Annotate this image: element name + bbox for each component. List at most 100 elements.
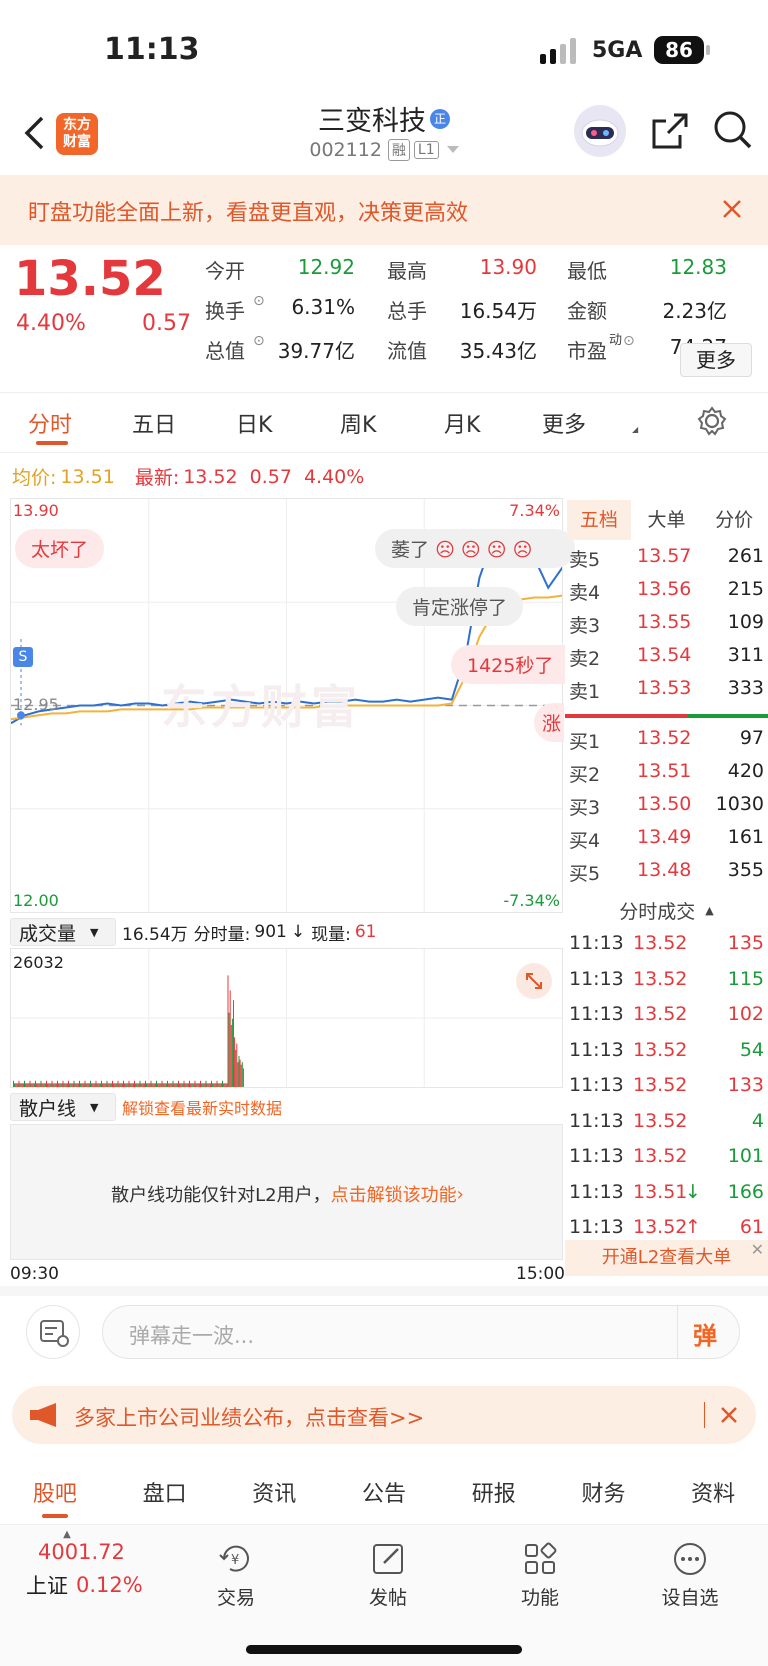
section-tab-0[interactable]: 股吧 (0, 1462, 110, 1524)
retail-unlock-link[interactable]: 点击解锁该功能 (331, 1181, 457, 1207)
share-icon[interactable] (650, 111, 690, 151)
danmaku-bubble[interactable]: 太坏了 (15, 529, 105, 568)
volume-bar (242, 1068, 244, 1087)
retail-select[interactable]: 散户线 ▼ (10, 1093, 116, 1121)
volume-bar (64, 1083, 66, 1087)
volume-bar (168, 1083, 170, 1087)
danmaku-settings-icon[interactable] (26, 1305, 80, 1359)
book-volume: 311 (727, 644, 764, 666)
search-icon[interactable] (712, 109, 754, 151)
edit-icon (373, 1544, 403, 1574)
trade-volume: 102 (727, 1003, 764, 1025)
book-volume: 161 (727, 826, 764, 848)
price-chart[interactable]: 东方财富 13.90 12.00 12.95 7.34% -7.34% S 太坏… (10, 498, 575, 913)
trade-volume: 101 (727, 1145, 764, 1167)
robot-avatar[interactable] (574, 105, 626, 157)
function-button[interactable]: 功能 (510, 1541, 570, 1610)
danmaku-bubble[interactable]: 肯定涨停了 (396, 587, 524, 626)
volume-bar (200, 1080, 201, 1087)
section-tab-5[interactable]: 财务 (549, 1462, 659, 1524)
signal-s-marker[interactable]: S (13, 647, 33, 667)
tab-period-4[interactable]: 月K (444, 407, 480, 439)
section-tab-6[interactable]: 资料 (658, 1462, 768, 1524)
danmaku-bubble[interactable]: 1425秒了 (451, 645, 565, 684)
volume-bar (228, 1012, 230, 1087)
book-tab-2[interactable]: 分价 (702, 500, 766, 540)
volume-bar (182, 1083, 184, 1087)
volume-bar (28, 1083, 30, 1087)
unlock-link[interactable]: 解锁查看最新实时数据 (122, 1095, 282, 1119)
tab-period-1[interactable]: 五日 (132, 407, 176, 439)
quote-value: 39.77亿 (277, 339, 355, 363)
section-tab-4[interactable]: 研报 (439, 1462, 549, 1524)
volume-bar (148, 1083, 150, 1087)
tab-active-indicator (36, 441, 68, 445)
trade-button[interactable]: ¥ 交易 (206, 1541, 266, 1610)
section-tab-1[interactable]: 盘口 (110, 1462, 220, 1524)
trades-header[interactable]: 分时成交 ▲ (565, 892, 768, 928)
add-watchlist-button[interactable]: 设自选 (650, 1541, 730, 1610)
book-divider (688, 714, 768, 718)
volume-bar (172, 1080, 174, 1087)
section-tab-2[interactable]: 资讯 (219, 1462, 329, 1524)
volume-bar (169, 1083, 171, 1087)
promo-banner[interactable]: 多家上市公司业绩公布，点击查看>> (12, 1386, 756, 1444)
book-price: 13.48 (637, 859, 692, 881)
volume-bar (194, 1080, 196, 1087)
corner-caret-icon: ◢ (632, 425, 639, 434)
tab-period-2[interactable]: 日K (236, 407, 272, 439)
send-danmaku-button[interactable]: 弹 (693, 1316, 717, 1351)
volume-bar (110, 1083, 112, 1087)
index-ticker[interactable]: ▲ 4001.72 上证 0.12% (20, 1529, 160, 1600)
post-button[interactable]: 发帖 (358, 1541, 418, 1610)
close-icon[interactable] (722, 199, 742, 219)
pct-top-label: 7.34% (509, 501, 560, 520)
volume-bar (75, 1083, 77, 1087)
section-tab-3[interactable]: 公告 (329, 1462, 439, 1524)
volume-bar (164, 1083, 166, 1087)
volume-bar (136, 1083, 138, 1087)
volume-bar (219, 1083, 221, 1087)
tab-period-3[interactable]: 周K (340, 407, 376, 439)
book-volume: 97 (739, 727, 764, 749)
volume-bar (238, 1056, 240, 1087)
book-volume: 355 (727, 859, 764, 881)
battery-icon: 86 (654, 36, 704, 64)
trade-price: 13.52 (633, 932, 688, 954)
notice-banner[interactable]: 盯盘功能全面上新，看盘更直观，决策更高效 (0, 175, 768, 245)
settings-icon[interactable] (697, 406, 727, 436)
book-tab-1[interactable]: 大单 (635, 500, 699, 540)
chevron-down-icon (446, 146, 459, 154)
svg-text:¥: ¥ (231, 1553, 239, 1568)
volume-bar (140, 1083, 142, 1087)
volume-bar (55, 1083, 57, 1087)
volume-bar (35, 1080, 36, 1087)
trade-time: 11:13 (569, 1216, 624, 1238)
level-tag: L1 (413, 141, 439, 159)
book-row: 买3 13.50 1030 (565, 790, 768, 822)
volume-bar (36, 1083, 38, 1087)
more-button[interactable]: 更多 (680, 343, 752, 377)
tab-period-0[interactable]: 分时 (28, 407, 72, 439)
close-icon[interactable] (720, 1406, 738, 1424)
volume-select[interactable]: 成交量 ▼ (10, 918, 116, 946)
volume-bar (14, 1083, 16, 1087)
volume-bar (205, 1080, 207, 1087)
trade-price: 13.52 (633, 1109, 688, 1132)
last-change-pct: 4.40% (303, 465, 365, 488)
current-price: 13.52 (14, 251, 166, 307)
danmaku-input[interactable]: 弹幕走一波... 弹 (102, 1305, 740, 1359)
volume-bar (230, 1025, 232, 1087)
tab-more[interactable]: 更多 (542, 407, 586, 439)
trade-volume: 166 (727, 1180, 764, 1203)
trade-row: 11:13 13.52 102 (565, 999, 768, 1033)
trade-time: 11:13 (569, 932, 624, 954)
l2-banner[interactable]: 开通L2查看大单 ✕ (565, 1240, 768, 1276)
volume-chart[interactable]: 26032 (10, 948, 563, 1088)
volume-bar (52, 1083, 54, 1087)
danmaku-bubble[interactable]: 萎了 ☹ ☹ ☹ ☹ (375, 529, 575, 568)
expand-icon[interactable] (516, 963, 552, 999)
volume-bar (99, 1083, 101, 1087)
book-tab-0[interactable]: 五档 (567, 500, 631, 540)
close-icon[interactable]: ✕ (751, 1232, 764, 1268)
